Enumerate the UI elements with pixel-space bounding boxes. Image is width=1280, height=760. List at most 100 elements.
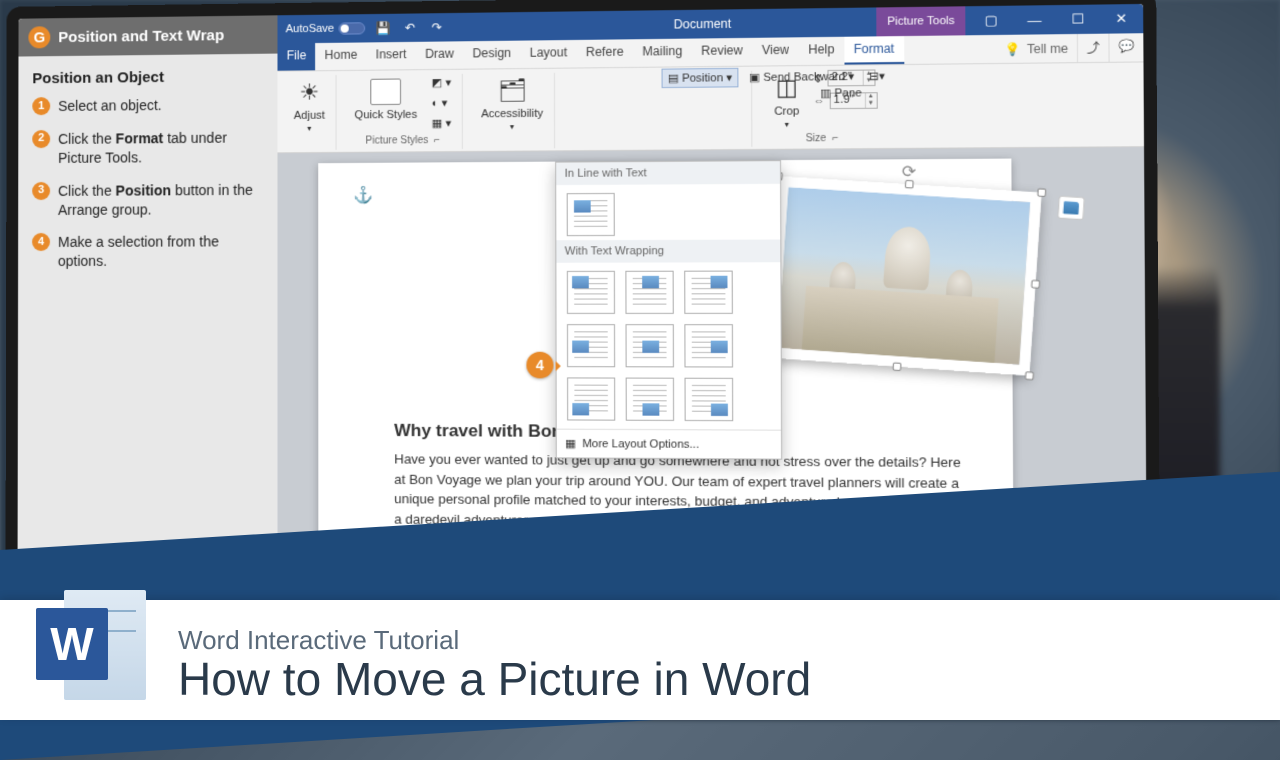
position-label: Position xyxy=(682,72,723,85)
tutorial-step-3: 3 Click the Position button in the Arran… xyxy=(32,180,263,219)
tab-insert[interactable]: Insert xyxy=(367,42,416,70)
ribbon-group-accessibility: 🗂 Accessibility ▾ xyxy=(471,73,555,149)
ribbon-group-adjust: ☀ Adjust ▾ xyxy=(284,75,337,150)
position-option-inline[interactable] xyxy=(567,193,615,236)
autosave-control[interactable]: AutoSave xyxy=(286,22,365,35)
tutorial-subheading: Position an Object xyxy=(32,68,263,87)
resize-handle[interactable] xyxy=(892,362,901,371)
tab-layout[interactable]: Layout xyxy=(520,40,576,68)
save-icon[interactable]: 💾 xyxy=(375,20,391,36)
tutorial-logo: G xyxy=(28,26,50,48)
autosave-toggle[interactable] xyxy=(338,22,365,34)
accessibility-label: Accessibility xyxy=(481,108,543,121)
picture-content xyxy=(777,187,1030,364)
comments-button[interactable]: 💬 xyxy=(1108,33,1143,62)
autosave-label: AutoSave xyxy=(286,23,335,36)
step-text: Click the Format tab under Picture Tools… xyxy=(58,128,263,167)
ribbon-display-icon[interactable]: ▢ xyxy=(970,6,1013,36)
selection-pane-button[interactable]: ▥ Pane xyxy=(820,86,862,100)
effects-icon: ◐ xyxy=(432,97,439,109)
rotate-handle-icon[interactable]: ⟳ xyxy=(901,161,919,179)
tutorial-step-1: 1 Select an object. xyxy=(32,95,263,116)
more-layout-options[interactable]: ▦ More Layout Options... xyxy=(557,429,781,459)
resize-handle[interactable] xyxy=(1031,280,1040,289)
accessibility-button[interactable]: 🗂 Accessibility ▾ xyxy=(477,73,547,134)
maximize-icon[interactable]: ☐ xyxy=(1056,5,1100,35)
redo-icon[interactable]: ↷ xyxy=(428,19,444,35)
tell-me-search[interactable]: 💡 Tell me xyxy=(996,34,1077,63)
title-texts: Word Interactive Tutorial How to Move a … xyxy=(178,625,811,706)
position-option-bottom-center[interactable] xyxy=(626,378,674,421)
arrange-top-row: ▤ Position ▾ ▣ Send Backward ▾ ⊟▾ xyxy=(662,66,890,88)
adjust-label: Adjust xyxy=(294,110,325,122)
position-option-mid-center[interactable] xyxy=(625,324,673,367)
title-main: How to Move a Picture in Word xyxy=(178,652,811,706)
step-text: Make a selection from the options. xyxy=(58,233,263,272)
border-icon: ◩ xyxy=(432,76,443,89)
step-number-badge: 1 xyxy=(32,97,50,115)
position-option-top-left[interactable] xyxy=(567,271,615,314)
undo-icon[interactable]: ↶ xyxy=(402,20,418,36)
tutorial-header: G Position and Text Wrap xyxy=(18,15,277,56)
callout-step-4: 4 xyxy=(526,352,553,379)
step-number-badge: 4 xyxy=(32,233,50,251)
picture-frame[interactable] xyxy=(766,176,1042,376)
send-backward-button[interactable]: ▣ Send Backward ▾ xyxy=(745,67,859,88)
chevron-down-icon: ▾ xyxy=(510,122,514,131)
step-number-badge: 2 xyxy=(32,130,50,148)
send-backward-label: Send Backward xyxy=(763,70,845,83)
tab-references[interactable]: Refere xyxy=(577,39,633,67)
video-title-overlay: W Word Interactive Tutorial How to Move … xyxy=(0,530,1280,720)
dialog-icon: ▦ xyxy=(565,437,576,450)
resize-handle[interactable] xyxy=(1037,188,1046,197)
layout-options-icon xyxy=(1063,201,1079,214)
chevron-down-icon: ▾ xyxy=(726,71,732,84)
more-layout-label: More Layout Options... xyxy=(582,437,699,450)
step-text: Click the Position button in the Arrange… xyxy=(58,180,263,219)
tab-format[interactable]: Format xyxy=(844,36,904,65)
layout-options-floater[interactable] xyxy=(1057,196,1085,221)
tab-help[interactable]: Help xyxy=(799,37,845,65)
tell-me-label: Tell me xyxy=(1027,41,1068,56)
minimize-icon[interactable]: — xyxy=(1013,5,1056,35)
position-section-inline: In Line with Text xyxy=(556,161,780,185)
adjust-button[interactable]: ☀ Adjust ▾ xyxy=(290,75,329,135)
picture-styles-group-label: Picture Styles ⌐ xyxy=(366,133,441,147)
position-dropdown: In Line with Text With Text Wrapping xyxy=(555,160,782,460)
tutorial-body: Position an Object 1 Select an object. 2… xyxy=(18,54,277,300)
position-option-mid-left[interactable] xyxy=(567,324,615,367)
picture-tools-tab-label: Picture Tools xyxy=(876,6,965,36)
picture-border-button[interactable]: ◩▾ xyxy=(427,74,455,92)
position-option-bottom-right[interactable] xyxy=(685,378,734,421)
tutorial-step-4: 4 Make a selection from the options. xyxy=(32,233,263,272)
resize-handle[interactable] xyxy=(1025,371,1034,380)
tab-mailings[interactable]: Mailing xyxy=(633,39,692,67)
share-button[interactable]: ⤴ xyxy=(1077,34,1109,63)
tab-home[interactable]: Home xyxy=(315,42,366,70)
picture-layout-button[interactable]: ▦▾ xyxy=(427,114,455,131)
close-icon[interactable]: ✕ xyxy=(1099,4,1143,34)
chevron-down-icon: ▾ xyxy=(785,120,789,129)
align-button[interactable]: ⊟▾ xyxy=(865,66,889,86)
position-button[interactable]: ▤ Position ▾ xyxy=(662,68,739,88)
selected-picture[interactable]: ⟳ xyxy=(766,176,1042,376)
tab-review[interactable]: Review xyxy=(692,38,753,66)
titlebar-left: AutoSave 💾 ↶ ↷ xyxy=(277,19,444,37)
word-logo: W xyxy=(36,590,146,700)
quick-styles-button[interactable]: Quick Styles xyxy=(350,74,421,123)
lightbulb-icon: 💡 xyxy=(1004,41,1020,56)
anchor-icon: ⚓ xyxy=(353,185,373,205)
tab-file[interactable]: File xyxy=(277,43,315,71)
position-option-top-center[interactable] xyxy=(625,271,673,314)
tab-design[interactable]: Design xyxy=(463,41,520,69)
position-option-mid-right[interactable] xyxy=(684,324,733,367)
document-title: Document xyxy=(674,17,732,32)
tab-view[interactable]: View xyxy=(752,37,799,65)
position-option-bottom-left[interactable] xyxy=(567,377,615,420)
quick-styles-label: Quick Styles xyxy=(355,109,418,122)
gallery-icon xyxy=(370,76,401,107)
position-option-top-right[interactable] xyxy=(684,271,733,314)
tab-draw[interactable]: Draw xyxy=(416,41,463,69)
resize-handle[interactable] xyxy=(905,180,914,189)
picture-effects-button[interactable]: ◐▾ xyxy=(427,94,455,112)
